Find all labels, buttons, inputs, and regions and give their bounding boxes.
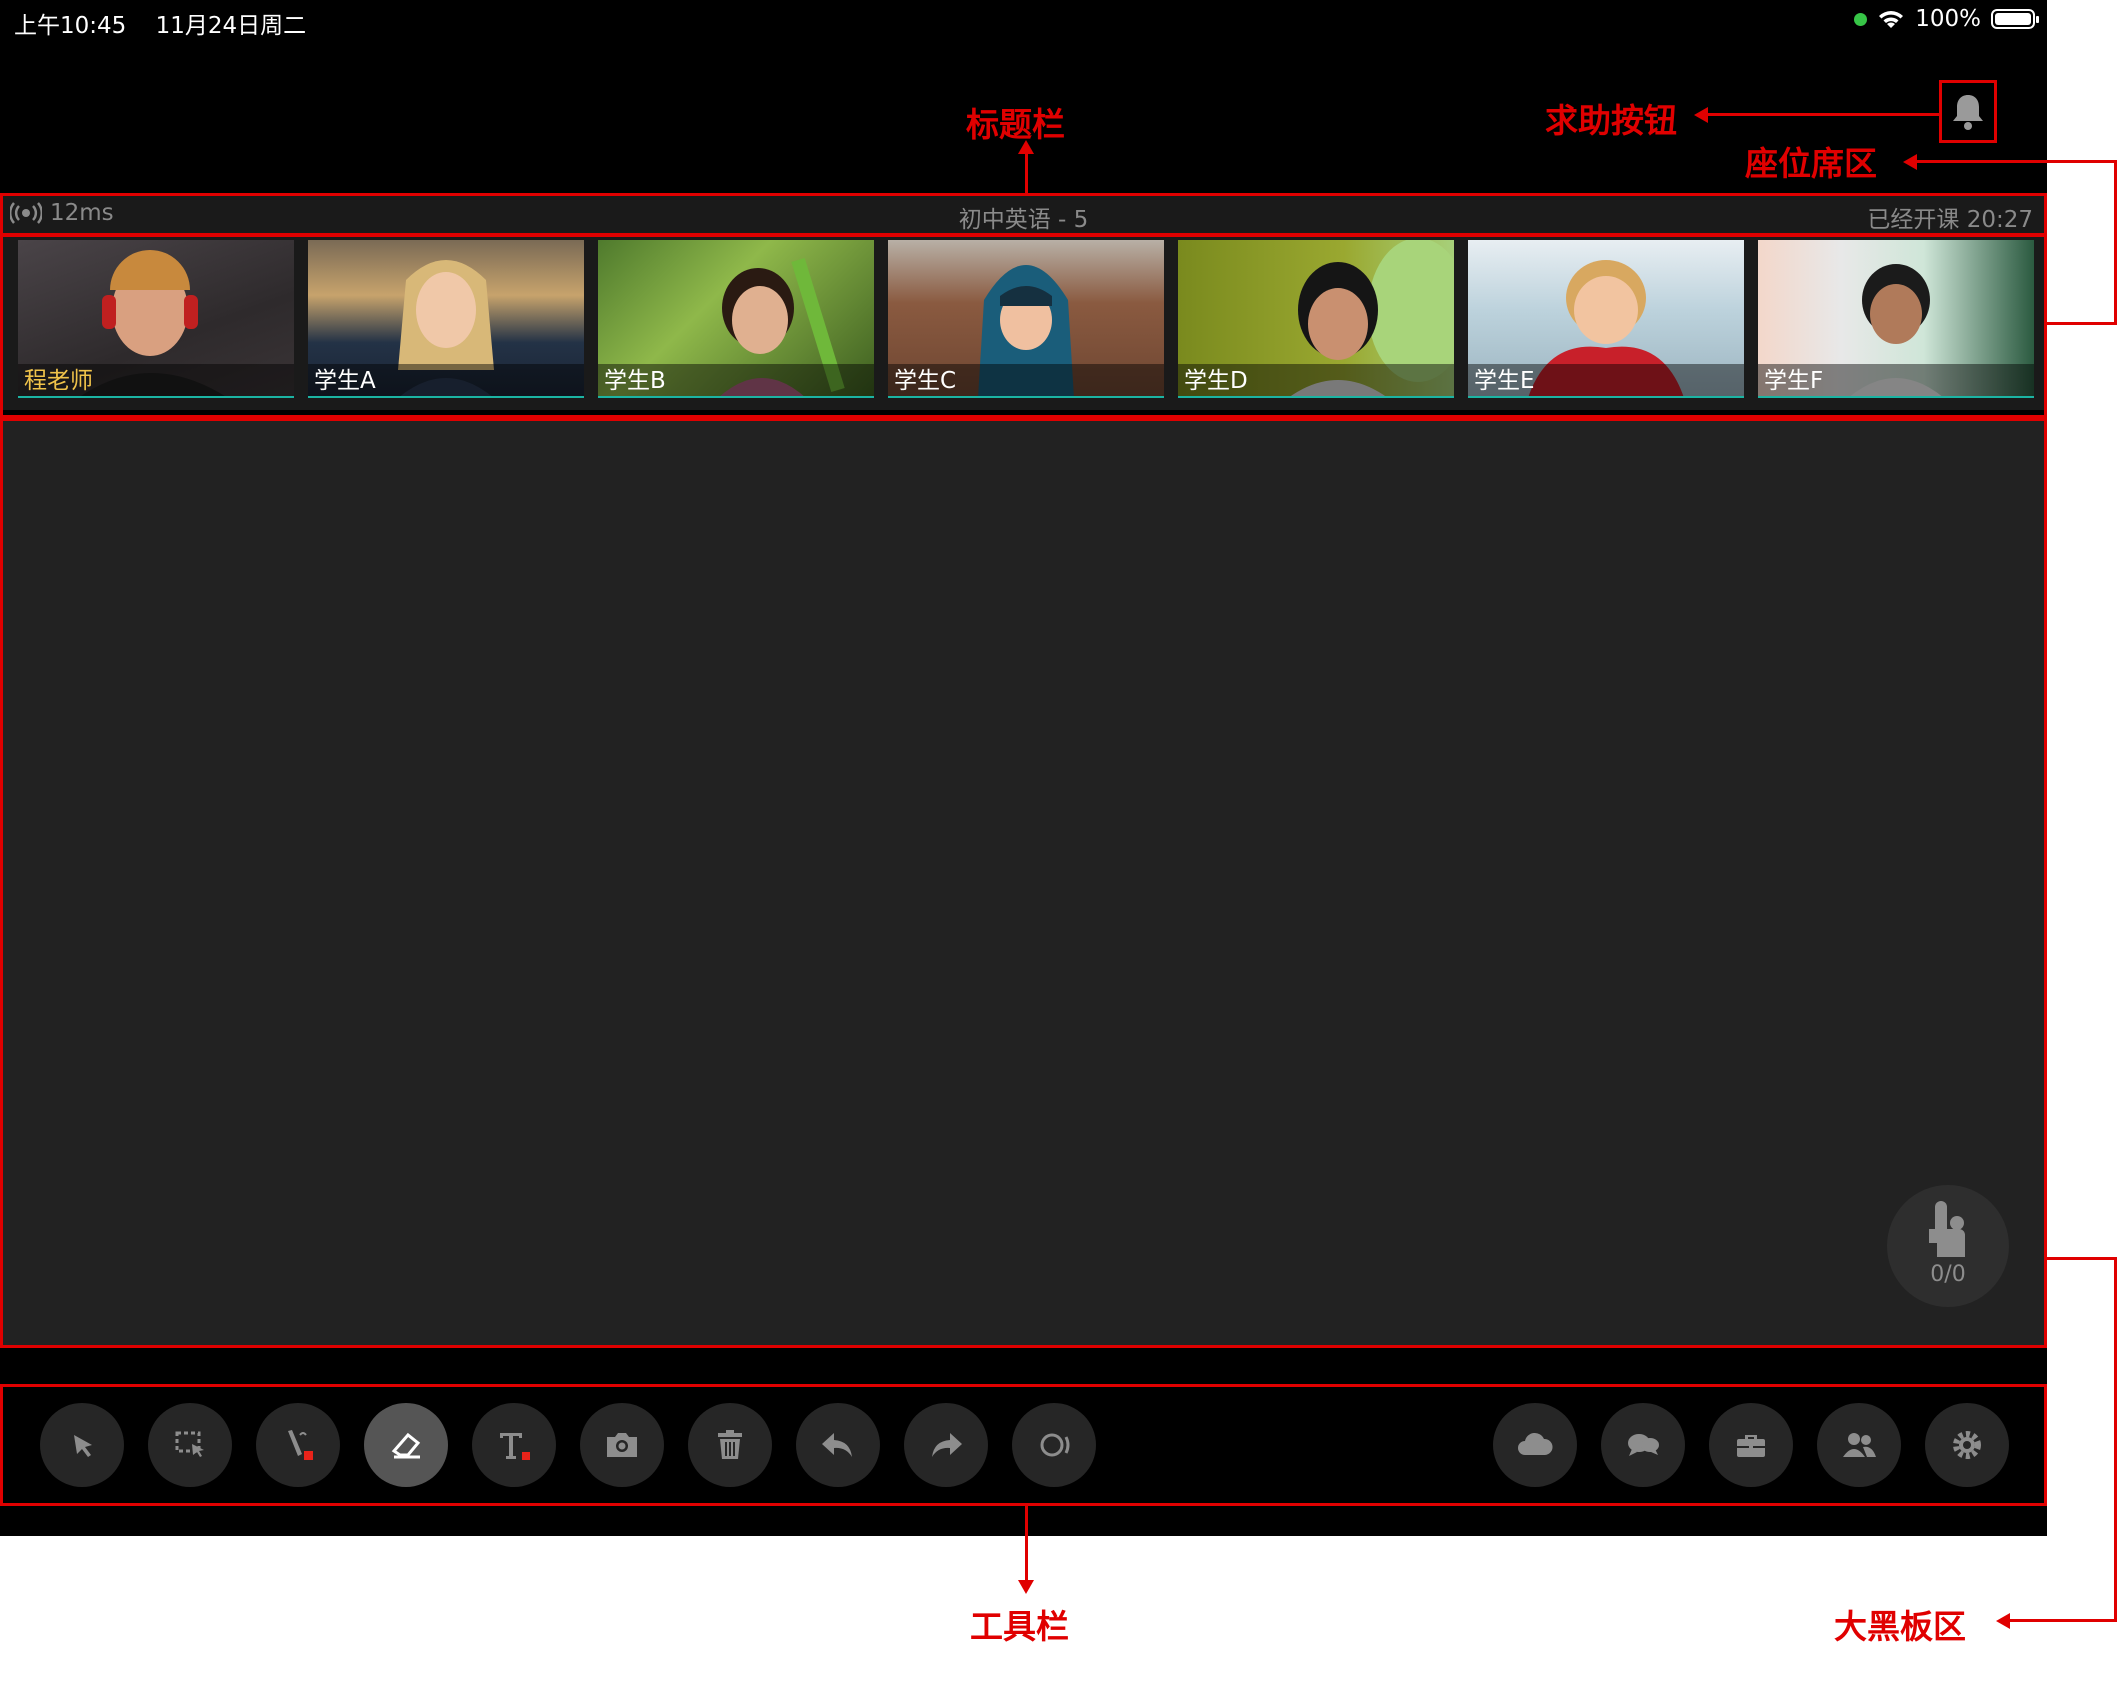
title-bar-annotation: 标题栏 bbox=[966, 105, 1065, 144]
toolbar-annotation: 工具栏 bbox=[970, 1607, 1069, 1646]
board-area-highlight bbox=[0, 418, 2047, 1348]
title-bar-pointer bbox=[1025, 150, 1028, 195]
toolbar-arrow bbox=[1018, 1580, 1034, 1594]
help-button-annotation: 求助按钮 bbox=[1545, 101, 1677, 140]
seat-area-pointer-h bbox=[1917, 160, 2117, 163]
seat-area-highlight bbox=[0, 234, 2047, 418]
seat-area-pointer-v bbox=[2114, 160, 2117, 325]
status-bar-right: 100% bbox=[1854, 6, 2039, 32]
board-area-arrow bbox=[1996, 1613, 2010, 1629]
status-time: 上午10:45 bbox=[14, 13, 127, 39]
status-date: 11月24日周二 bbox=[155, 13, 307, 39]
status-bar-left: 上午10:45 11月24日周二 bbox=[14, 6, 328, 40]
battery-percent: 100% bbox=[1915, 6, 1981, 32]
help-button-arrow bbox=[1694, 107, 1708, 123]
seat-area-pointer-b bbox=[2047, 322, 2117, 325]
board-area-pointer-h bbox=[2010, 1619, 2117, 1622]
toolbar-highlight bbox=[0, 1384, 2047, 1506]
toolbar-pointer bbox=[1025, 1506, 1028, 1586]
bell-icon bbox=[1953, 94, 1983, 130]
help-button[interactable] bbox=[1939, 80, 1997, 143]
board-area-annotation: 大黑板区 bbox=[1834, 1607, 1966, 1646]
wifi-icon bbox=[1879, 11, 1904, 28]
camera-indicator-icon bbox=[1854, 12, 1868, 26]
seat-area-arrow bbox=[1903, 154, 1917, 170]
board-area-pointer-t bbox=[2047, 1257, 2117, 1260]
title-bar-arrow bbox=[1018, 140, 1034, 154]
battery-icon bbox=[1991, 9, 2039, 29]
title-bar-highlight bbox=[0, 193, 2047, 236]
board-area-pointer-v bbox=[2114, 1257, 2117, 1622]
seat-area-annotation: 座位席区 bbox=[1745, 144, 1877, 183]
help-button-pointer bbox=[1708, 113, 1939, 116]
